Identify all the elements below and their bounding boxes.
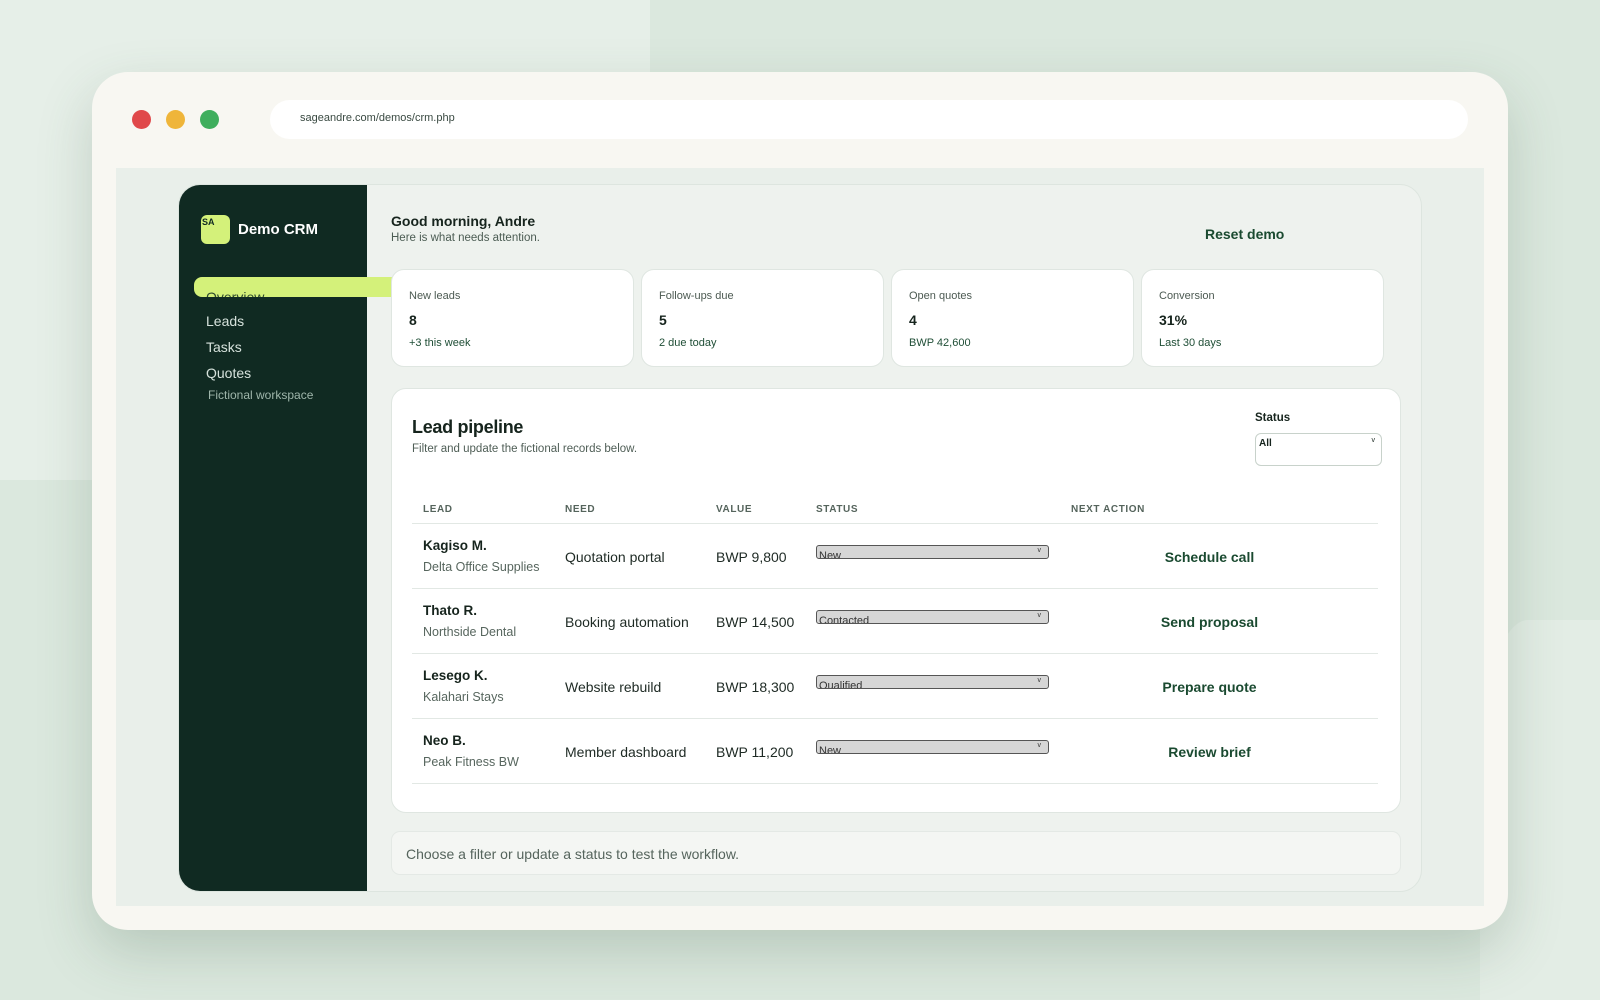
pipeline-subtitle: Filter and update the fictional records … xyxy=(412,443,638,455)
lead-name: Lesego K. xyxy=(423,668,488,683)
page-subtitle: Here is what needs attention. xyxy=(391,232,540,244)
page-title: Good morning, Andre xyxy=(391,213,536,229)
lead-name: Thato R. xyxy=(423,603,477,618)
status-filter-select[interactable]: All v xyxy=(1255,433,1382,466)
prepare-quote-button[interactable]: Prepare quote xyxy=(1127,679,1292,695)
lead-value: BWP 14,500 xyxy=(716,614,795,630)
stat-card-new-leads: New leads 8 +3 this week xyxy=(391,269,634,367)
table-row: Lesego K. Kalahari Stays Website rebuild… xyxy=(412,654,1378,718)
send-proposal-button[interactable]: Send proposal xyxy=(1127,614,1292,630)
reset-demo-button[interactable]: Reset demo xyxy=(1205,226,1284,242)
stat-card-follow-ups: Follow-ups due 5 2 due today xyxy=(641,269,884,367)
status-select[interactable]: New v xyxy=(816,740,1049,754)
browser-window: sageandre.com/demos/crm.php SA Demo CRM … xyxy=(92,72,1508,930)
stat-card-conversion: Conversion 31% Last 30 days xyxy=(1141,269,1384,367)
sidebar-item-overview[interactable]: Overview xyxy=(194,277,396,297)
lead-need: Booking automation xyxy=(565,614,689,630)
sidebar-item-label: Overview xyxy=(206,289,265,297)
brand-logo: SA xyxy=(201,215,230,244)
page-viewport: SA Demo CRM Overview Leads Tasks Quotes … xyxy=(116,168,1484,906)
chevron-down-icon: v xyxy=(1037,742,1042,749)
status-select-value: New xyxy=(819,745,842,754)
stat-label: Conversion xyxy=(1159,290,1215,302)
sidebar-item-tasks[interactable]: Tasks xyxy=(206,339,242,355)
stat-note: Last 30 days xyxy=(1159,337,1222,349)
stat-label: New leads xyxy=(409,290,461,302)
lead-name: Kagiso M. xyxy=(423,538,487,553)
maximize-window-button[interactable] xyxy=(200,110,219,129)
lead-need: Quotation portal xyxy=(565,549,665,565)
lead-company: Peak Fitness BW xyxy=(423,755,519,769)
lead-company: Delta Office Supplies xyxy=(423,560,540,574)
lead-need: Website rebuild xyxy=(565,679,662,695)
stat-value: 4 xyxy=(909,312,917,328)
review-brief-button[interactable]: Review brief xyxy=(1127,744,1292,760)
column-header-need: NEED xyxy=(565,504,596,515)
status-filter-value: All xyxy=(1259,438,1272,449)
lead-need: Member dashboard xyxy=(565,744,687,760)
pipeline-title: Lead pipeline xyxy=(412,417,524,437)
main-content: Good morning, Andre Here is what needs a… xyxy=(367,185,1421,891)
stat-value: 31% xyxy=(1159,312,1188,328)
lead-pipeline-panel: Lead pipeline Filter and update the fict… xyxy=(391,388,1401,813)
lead-name: Neo B. xyxy=(423,733,466,748)
chevron-down-icon: v xyxy=(1037,547,1042,554)
status-select-value: New xyxy=(819,550,842,559)
schedule-call-button[interactable]: Schedule call xyxy=(1127,549,1292,565)
lead-value: BWP 9,800 xyxy=(716,549,787,565)
status-select-value: Contacted xyxy=(819,615,870,624)
column-header-status: STATUS xyxy=(816,504,859,515)
address-bar[interactable]: sageandre.com/demos/crm.php xyxy=(270,100,1468,139)
table-row: Kagiso M. Delta Office Supplies Quotatio… xyxy=(412,524,1378,588)
chevron-down-icon: v xyxy=(1037,612,1042,619)
stat-note: BWP 42,600 xyxy=(909,337,971,349)
sidebar-item-leads[interactable]: Leads xyxy=(206,313,244,329)
crm-app: SA Demo CRM Overview Leads Tasks Quotes … xyxy=(178,184,1422,892)
stat-note: +3 this week xyxy=(409,337,471,349)
lead-company: Kalahari Stays xyxy=(423,690,504,704)
lead-company: Northside Dental xyxy=(423,625,517,639)
status-select[interactable]: Contacted v xyxy=(816,610,1049,624)
column-header-lead: LEAD xyxy=(423,504,453,515)
status-filter-label: Status xyxy=(1255,412,1291,424)
chevron-down-icon: v xyxy=(1037,677,1042,684)
chevron-down-icon: v xyxy=(1371,437,1376,444)
stat-value: 5 xyxy=(659,312,667,328)
stat-value: 8 xyxy=(409,312,417,328)
minimize-window-button[interactable] xyxy=(166,110,185,129)
stat-card-open-quotes: Open quotes 4 BWP 42,600 xyxy=(891,269,1134,367)
status-select[interactable]: New v xyxy=(816,545,1049,559)
sidebar: SA Demo CRM Overview Leads Tasks Quotes … xyxy=(179,185,396,891)
lead-value: BWP 18,300 xyxy=(716,679,795,695)
column-header-value: VALUE xyxy=(716,504,753,515)
table-row: Thato R. Northside Dental Booking automa… xyxy=(412,589,1378,653)
sidebar-item-quotes[interactable]: Quotes xyxy=(206,365,251,381)
status-message: Choose a filter or update a status to te… xyxy=(391,831,1401,875)
column-header-next-action: NEXT ACTION xyxy=(1071,504,1146,515)
lead-value: BWP 11,200 xyxy=(716,744,794,760)
workspace-label: Fictional workspace xyxy=(208,388,314,402)
stat-label: Open quotes xyxy=(909,290,972,302)
close-window-button[interactable] xyxy=(132,110,151,129)
status-select[interactable]: Qualified v xyxy=(816,675,1049,689)
status-select-value: Qualified xyxy=(819,680,863,689)
stat-label: Follow-ups due xyxy=(659,290,734,302)
divider xyxy=(412,783,1378,784)
table-row: Neo B. Peak Fitness BW Member dashboard … xyxy=(412,719,1378,783)
stat-note: 2 due today xyxy=(659,337,717,349)
brand-name: Demo CRM xyxy=(238,221,319,238)
